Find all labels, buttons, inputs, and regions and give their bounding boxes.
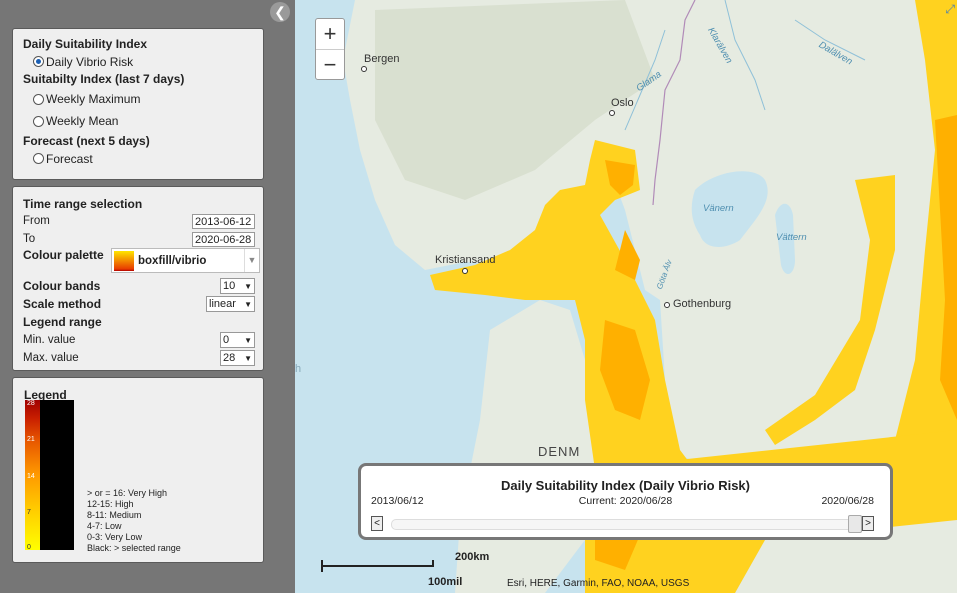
weekly-mean-option[interactable]: Weekly Mean xyxy=(23,110,255,132)
place-label-bergen: Bergen xyxy=(364,53,400,65)
city-dot-kristiansand xyxy=(462,268,468,274)
legend-notes: > or = 16: Very High 12-15: High 8-11: M… xyxy=(87,488,181,554)
time-prev-button[interactable]: < xyxy=(371,516,383,531)
min-row: Min. value 0 ▼ xyxy=(23,331,255,349)
lake-label-vattern: Vättern xyxy=(776,232,807,243)
weekly-maximum-label: Weekly Maximum xyxy=(46,92,141,106)
max-row: Max. value 28 ▼ xyxy=(23,349,255,367)
legend-note: > or = 16: Very High xyxy=(87,488,168,498)
collapse-sidebar-icon[interactable]: ❮ xyxy=(270,2,290,22)
weekly-mean-label: Weekly Mean xyxy=(46,114,119,128)
bands-label: Colour bands xyxy=(23,279,101,293)
legend-note: Black: > selected range xyxy=(87,543,181,553)
time-slider-widget: Daily Suitability Index (Daily Vibrio Ri… xyxy=(358,463,893,540)
city-dot-bergen xyxy=(361,66,367,72)
chevron-down-icon: ▼ xyxy=(244,281,252,291)
from-date-field[interactable]: 2013-06-12 xyxy=(192,213,255,229)
city-dot-gothenburg xyxy=(664,302,670,308)
settings-panel: Time range selection From 2013-06-12 To … xyxy=(12,186,264,371)
min-select[interactable]: 0 ▼ xyxy=(220,332,255,348)
chevron-down-icon: ▼ xyxy=(244,335,252,345)
time-next-button[interactable]: > xyxy=(862,516,874,531)
max-select[interactable]: 28 ▼ xyxy=(220,350,255,366)
scale-row: Scale method linear ▼ xyxy=(23,295,255,313)
zoom-out-button[interactable]: − xyxy=(316,50,344,80)
to-date-field[interactable]: 2020-06-28 xyxy=(192,231,255,247)
forecast-label: Forecast xyxy=(46,151,93,166)
max-label: Max. value xyxy=(23,352,79,364)
expand-icon[interactable]: ⤢ xyxy=(945,2,955,17)
chevron-down-icon[interactable]: ▼ xyxy=(244,249,259,272)
chevron-down-icon: ▼ xyxy=(244,299,252,309)
palette-label: Colour palette xyxy=(23,248,104,262)
weekly-maximum-radio[interactable] xyxy=(33,93,44,105)
zoom-in-button[interactable]: + xyxy=(316,19,344,49)
bands-select[interactable]: 10 ▼ xyxy=(220,278,255,294)
place-label-kristiansand: Kristiansand xyxy=(435,254,496,266)
legend-out-of-range-bar xyxy=(40,400,74,550)
lake-label-vanern: Vänern xyxy=(703,203,734,214)
legend-tick: 7 xyxy=(27,509,31,516)
palette-name: boxfill/vibrio xyxy=(138,254,207,267)
legend-note: 12-15: High xyxy=(87,499,134,509)
to-row: To 2020-06-28 xyxy=(23,230,255,248)
palette-select[interactable]: boxfill/vibrio ▼ xyxy=(111,248,260,273)
time-slider-thumb[interactable] xyxy=(848,515,862,533)
legend-tick: 21 xyxy=(27,436,35,443)
max-value: 28 xyxy=(223,352,236,364)
time-widget-title: Daily Suitability Index (Daily Vibrio Ri… xyxy=(501,478,750,493)
daily-vibrio-risk-radio[interactable] xyxy=(33,56,44,67)
bands-row: Colour bands 10 ▼ xyxy=(23,277,255,295)
place-label-gothenburg: Gothenburg xyxy=(673,298,732,310)
range-row: Legend range xyxy=(23,313,255,331)
scale-bar-line xyxy=(321,565,434,567)
sidebar: ❮ Daily Suitability Index Daily Vibrio R… xyxy=(0,0,295,593)
weekly-index-heading: Suitabilty Index (last 7 days) xyxy=(23,72,185,86)
legend-panel: Legend 28 21 14 7 0 > or = 16: Very High… xyxy=(12,377,264,563)
daily-vibrio-risk-option[interactable]: Daily Vibrio Risk xyxy=(23,53,255,70)
city-dot-oslo xyxy=(609,110,615,116)
legend-range-label: Legend range xyxy=(23,315,102,329)
scale-label-km: 200km xyxy=(455,551,490,563)
scale-select[interactable]: linear ▼ xyxy=(206,296,255,312)
time-end-label: 2020/06/28 xyxy=(821,495,874,507)
forecast-radio[interactable] xyxy=(33,153,44,164)
scale-bar-tick xyxy=(321,560,323,572)
from-label: From xyxy=(23,215,50,227)
legend-note: 0-3: Very Low xyxy=(87,532,143,542)
map-view[interactable]: + − Bergen Oslo Kristiansand Gothenburg … xyxy=(295,0,957,593)
scale-label-mi: 100mil xyxy=(428,576,463,588)
scale-value: linear xyxy=(209,298,236,310)
country-label-denmark: DENM xyxy=(538,444,581,459)
chevron-down-icon: ▼ xyxy=(244,353,252,363)
place-label-oslo: Oslo xyxy=(611,97,634,109)
map-attribution: Esri, HERE, Garmin, FAO, NOAA, USGS xyxy=(507,578,690,589)
forecast-heading: Forecast (next 5 days) xyxy=(23,134,150,148)
zoom-control: + − xyxy=(315,18,345,80)
time-slider-track[interactable] xyxy=(391,519,858,530)
bands-value: 10 xyxy=(223,280,236,292)
daily-index-heading: Daily Suitability Index xyxy=(23,37,148,51)
weekly-mean-radio[interactable] xyxy=(33,115,44,127)
index-selection-panel: Daily Suitability Index Daily Vibrio Ris… xyxy=(12,28,264,180)
weekly-maximum-option[interactable]: Weekly Maximum xyxy=(23,88,255,110)
time-current-label: Current: 2020/06/28 xyxy=(578,495,673,507)
legend-note: 8-11: Medium xyxy=(87,510,142,520)
legend-note: 4-7: Low xyxy=(87,521,122,531)
scale-bar-tick xyxy=(432,560,434,566)
daily-vibrio-risk-label: Daily Vibrio Risk xyxy=(46,54,134,69)
min-label: Min. value xyxy=(23,334,76,346)
forecast-option[interactable]: Forecast xyxy=(23,150,255,167)
to-label: To xyxy=(23,233,36,245)
palette-swatch xyxy=(114,250,134,271)
place-label-edge: h xyxy=(295,363,302,375)
time-range-heading: Time range selection xyxy=(23,197,143,211)
min-value: 0 xyxy=(223,334,230,346)
legend-tick: 14 xyxy=(27,473,35,480)
from-row: From 2013-06-12 xyxy=(23,212,255,230)
scale-label: Scale method xyxy=(23,297,102,311)
legend-tick: 0 xyxy=(27,544,31,551)
legend-tick: 28 xyxy=(27,400,35,407)
